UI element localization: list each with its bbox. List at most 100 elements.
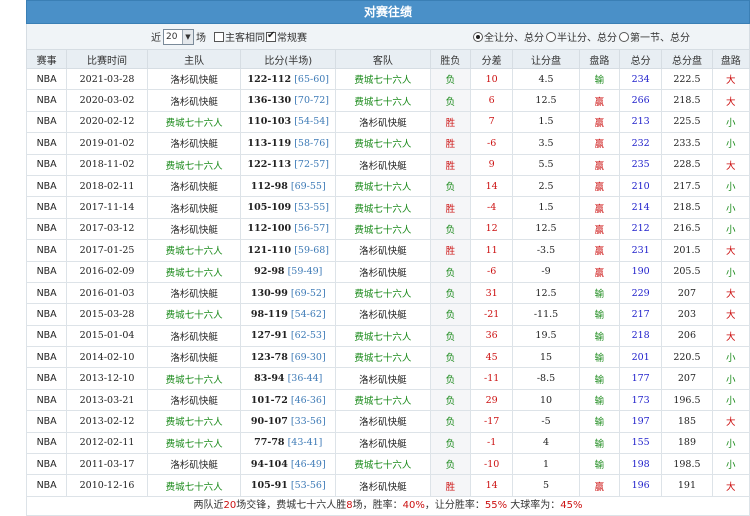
home-team-cell[interactable]: 费城七十六人: [146, 431, 242, 455]
league-cell[interactable]: NBA: [25, 474, 68, 497]
regular-season-checkbox[interactable]: [266, 30, 276, 42]
home-team-cell[interactable]: 洛杉矶快艇: [146, 132, 242, 155]
first-quarter-radio[interactable]: [619, 31, 629, 42]
home-same-label: 主客相同: [225, 33, 265, 44]
home-team-cell[interactable]: 洛杉矶快艇: [146, 346, 242, 369]
handicap-cell: 3.5: [512, 132, 580, 155]
league-cell[interactable]: NBA: [25, 367, 68, 390]
score-cell[interactable]: 105-109 [53-55]: [240, 196, 337, 219]
handicap-result-cell: 赢: [578, 196, 621, 219]
win-loss-cell: 负: [429, 410, 472, 433]
score-cell[interactable]: 101-72 [46-36]: [240, 388, 337, 412]
score-cell[interactable]: 90-107 [33-56]: [240, 410, 337, 433]
league-cell[interactable]: NBA: [25, 281, 68, 305]
away-team-cell[interactable]: 费城七十六人: [335, 388, 431, 412]
league-cell[interactable]: NBA: [25, 346, 68, 369]
score-cell[interactable]: 122-113 [72-57]: [240, 153, 337, 176]
away-team-cell[interactable]: 费城七十六人: [335, 217, 431, 241]
away-team-cell[interactable]: 费城七十六人: [335, 281, 431, 305]
away-team-cell[interactable]: 费城七十六人: [335, 67, 431, 91]
score-cell[interactable]: 113-119 [58-76]: [240, 132, 337, 155]
score-cell[interactable]: 122-112 [65-60]: [240, 67, 337, 91]
away-team-cell[interactable]: 洛杉矶快艇: [335, 410, 431, 433]
home-team-cell[interactable]: 洛杉矶快艇: [146, 453, 242, 476]
league-cell[interactable]: NBA: [25, 431, 68, 455]
away-team-cell[interactable]: 费城七十六人: [335, 196, 431, 219]
home-same-checkbox[interactable]: [214, 31, 224, 42]
league-cell[interactable]: NBA: [25, 67, 68, 91]
home-team-cell[interactable]: 费城七十六人: [146, 110, 242, 134]
league-cell[interactable]: NBA: [25, 174, 68, 198]
away-team-cell[interactable]: 费城七十六人: [335, 453, 431, 476]
home-team-cell[interactable]: 费城七十六人: [146, 367, 242, 390]
league-cell[interactable]: NBA: [25, 110, 68, 134]
home-team-cell[interactable]: 洛杉矶快艇: [146, 196, 242, 219]
away-team-cell[interactable]: 费城七十六人: [335, 324, 431, 348]
league-cell[interactable]: NBA: [25, 260, 68, 283]
home-team-cell[interactable]: 洛杉矶快艇: [146, 89, 242, 112]
total-line-cell: 218.5: [661, 196, 713, 219]
handicap-cell: 4: [512, 431, 580, 455]
home-team-cell[interactable]: 费城七十六人: [146, 410, 242, 433]
away-team-cell[interactable]: 洛杉矶快艇: [335, 239, 431, 262]
home-team-cell[interactable]: 费城七十六人: [146, 303, 242, 326]
over-under-cell: 小: [711, 453, 750, 476]
home-team-cell[interactable]: 费城七十六人: [146, 260, 242, 283]
home-team-cell[interactable]: 费城七十六人: [146, 474, 242, 497]
score-cell[interactable]: 110-103 [54-54]: [240, 110, 337, 134]
home-team-cell[interactable]: 洛杉矶快艇: [146, 174, 242, 198]
away-team-cell[interactable]: 洛杉矶快艇: [335, 474, 431, 497]
handicap-result-cell: 输: [578, 303, 621, 326]
away-team-cell[interactable]: 洛杉矶快艇: [335, 153, 431, 176]
away-team-cell[interactable]: 洛杉矶快艇: [335, 260, 431, 283]
score-cell[interactable]: 112-100 [56-57]: [240, 217, 337, 241]
away-team-cell[interactable]: 洛杉矶快艇: [335, 367, 431, 390]
league-cell[interactable]: NBA: [25, 89, 68, 112]
away-team-cell[interactable]: 洛杉矶快艇: [335, 431, 431, 455]
home-team-cell[interactable]: 洛杉矶快艇: [146, 324, 242, 348]
home-team-cell[interactable]: 洛杉矶快艇: [146, 388, 242, 412]
home-team-cell[interactable]: 费城七十六人: [146, 239, 242, 262]
home-team-cell[interactable]: 洛杉矶快艇: [146, 217, 242, 241]
score-cell[interactable]: 105-91 [53-56]: [240, 474, 337, 497]
score-cell[interactable]: 92-98 [59-49]: [240, 260, 337, 283]
handicap-cell: 1: [512, 453, 580, 476]
league-cell[interactable]: NBA: [25, 153, 68, 176]
score-cell[interactable]: 112-98 [69-55]: [240, 174, 337, 198]
score-cell[interactable]: 136-130 [70-72]: [240, 89, 337, 112]
recent-count-select[interactable]: 20 ▼: [163, 28, 194, 45]
score-cell[interactable]: 130-99 [69-52]: [240, 281, 337, 305]
away-team-cell[interactable]: 费城七十六人: [335, 174, 431, 198]
score-cell[interactable]: 123-78 [69-30]: [240, 346, 337, 369]
half-score: [43-41]: [287, 437, 323, 449]
score-cell[interactable]: 98-119 [54-62]: [240, 303, 337, 326]
league-cell[interactable]: NBA: [25, 453, 68, 476]
away-team-cell[interactable]: 费城七十六人: [335, 346, 431, 369]
score-cell[interactable]: 127-91 [62-53]: [240, 324, 337, 348]
league-cell[interactable]: NBA: [25, 217, 68, 241]
home-team-cell[interactable]: 费城七十六人: [146, 153, 242, 176]
half-handicap-radio[interactable]: [546, 31, 556, 42]
league-cell[interactable]: NBA: [25, 196, 68, 219]
league-cell[interactable]: NBA: [25, 132, 68, 155]
away-team-cell[interactable]: 费城七十六人: [335, 132, 431, 155]
away-team-cell[interactable]: 洛杉矶快艇: [335, 110, 431, 134]
full-score: 110-103: [247, 116, 292, 128]
league-cell[interactable]: NBA: [25, 303, 68, 326]
score-cell[interactable]: 77-78 [43-41]: [240, 431, 337, 455]
league-cell[interactable]: NBA: [25, 324, 68, 348]
score-cell[interactable]: 83-94 [36-44]: [240, 367, 337, 390]
league-cell[interactable]: NBA: [25, 239, 68, 262]
score-cell[interactable]: 94-104 [46-49]: [240, 453, 337, 476]
score-cell[interactable]: 121-110 [59-68]: [240, 239, 337, 262]
league-cell[interactable]: NBA: [25, 410, 68, 433]
away-team-cell[interactable]: 洛杉矶快艇: [335, 303, 431, 326]
full-handicap-radio[interactable]: [473, 31, 483, 42]
league-cell[interactable]: NBA: [25, 388, 68, 412]
home-team-cell[interactable]: 洛杉矶快艇: [146, 281, 242, 305]
over-under-cell: 小: [711, 260, 750, 283]
home-team-cell[interactable]: 洛杉矶快艇: [146, 67, 242, 91]
away-team-cell[interactable]: 费城七十六人: [335, 89, 431, 112]
win-loss-cell: 负: [429, 453, 472, 476]
win-loss-cell: 负: [429, 281, 472, 305]
